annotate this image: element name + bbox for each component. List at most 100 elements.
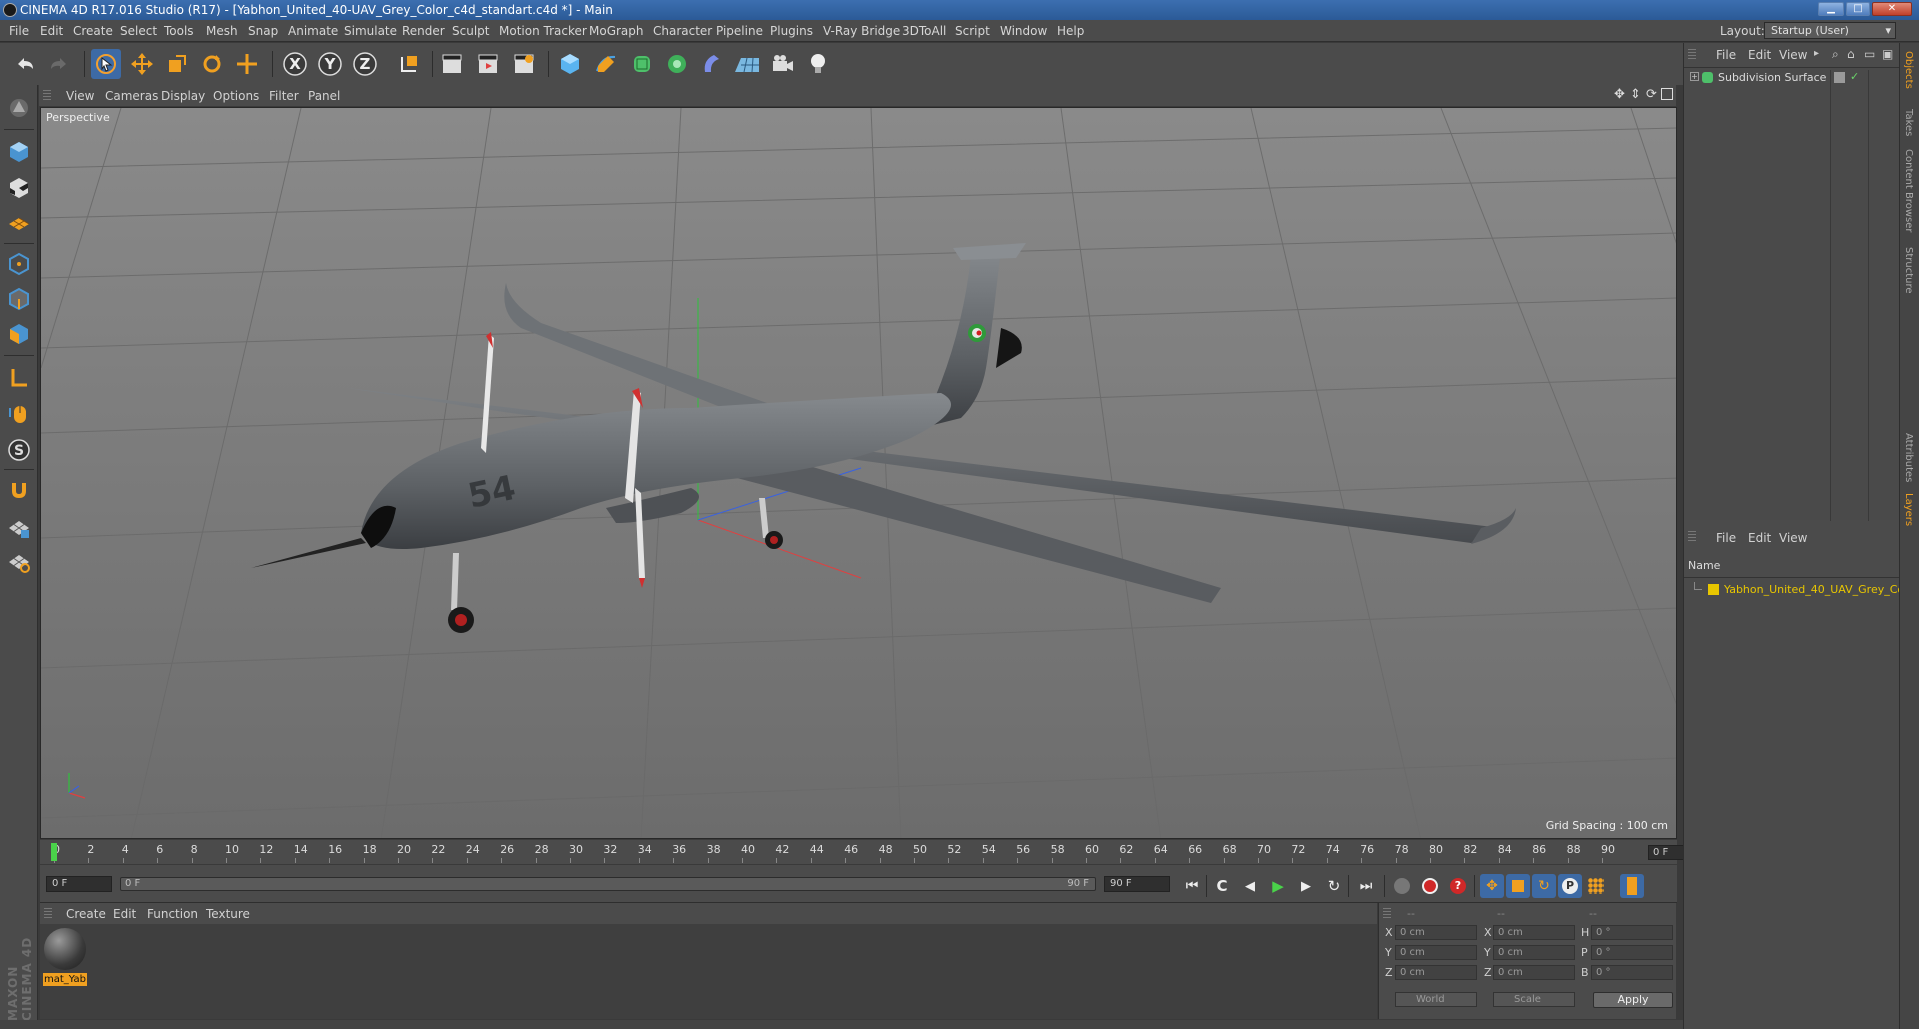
- layout-select[interactable]: Startup (User) ▾: [1764, 22, 1896, 39]
- rotation-p-field[interactable]: 0 °: [1591, 945, 1673, 960]
- menu-more-icon[interactable]: ▸: [1814, 48, 1819, 59]
- tab-structure[interactable]: Structure: [1903, 247, 1914, 294]
- enable-axis-button[interactable]: [5, 513, 33, 543]
- enabled-check-icon[interactable]: ✓: [1850, 70, 1859, 83]
- menu-render[interactable]: Render: [402, 24, 445, 38]
- coordinate-mode-select[interactable]: World: [1395, 992, 1477, 1007]
- workplane-lock-button[interactable]: [5, 547, 33, 577]
- position-x-field[interactable]: 0 cm: [1395, 925, 1477, 940]
- size-mode-select[interactable]: Scale: [1493, 992, 1575, 1007]
- menu-script[interactable]: Script: [955, 24, 990, 38]
- layer-row[interactable]: Yabhon_United_40_UAV_Grey_Col: [1684, 582, 1900, 598]
- axis-mode-button[interactable]: [5, 363, 33, 393]
- close-button[interactable]: ✕: [1872, 2, 1912, 16]
- menu-character[interactable]: Character: [653, 24, 712, 38]
- maximize-button[interactable]: □: [1846, 2, 1870, 16]
- redo-button[interactable]: [44, 49, 74, 79]
- floor-button[interactable]: [732, 49, 762, 79]
- menu-vray-bridge[interactable]: V-Ray Bridge: [823, 24, 900, 38]
- rotation-b-field[interactable]: 0 °: [1591, 965, 1673, 980]
- points-mode-button[interactable]: [5, 249, 33, 279]
- menu-tools[interactable]: Tools: [164, 24, 194, 38]
- z-axis-lock-button[interactable]: Z: [350, 49, 380, 79]
- y-axis-lock-button[interactable]: Y: [315, 49, 345, 79]
- snap-button[interactable]: [5, 475, 33, 505]
- material-menu-texture[interactable]: Texture: [206, 907, 250, 921]
- perspective-viewport[interactable]: 54 Perspective Grid Spacing : 100 cm: [40, 107, 1677, 839]
- menu-motion-tracker[interactable]: Motion Tracker: [499, 24, 587, 38]
- goto-start-button[interactable]: ⏮: [1180, 874, 1204, 898]
- tab-takes[interactable]: Takes: [1903, 109, 1914, 136]
- menu-file[interactable]: File: [9, 24, 29, 38]
- layer-menu-view[interactable]: View: [1779, 531, 1807, 545]
- minimize-button[interactable]: ▁: [1818, 2, 1844, 16]
- render-settings-button[interactable]: [509, 49, 539, 79]
- viewport-zoom-icon[interactable]: ⇕: [1630, 87, 1641, 102]
- viewport-menu-display[interactable]: Display: [161, 89, 205, 103]
- scale-tool-button[interactable]: [162, 49, 192, 79]
- menu-select[interactable]: Select: [120, 24, 157, 38]
- menu-3dtoall[interactable]: 3DToAll: [902, 24, 946, 38]
- viewport-menu-cameras[interactable]: Cameras: [105, 89, 158, 103]
- menu-window[interactable]: Window: [1000, 24, 1047, 38]
- object-menu-file[interactable]: File: [1716, 48, 1736, 62]
- coordinate-system-button[interactable]: [394, 49, 424, 79]
- tab-layers[interactable]: Layers: [1903, 493, 1914, 526]
- viewport-maximize-icon[interactable]: [1661, 88, 1673, 100]
- pen-spline-button[interactable]: [591, 49, 621, 79]
- material-swatch[interactable]: mat_Yab: [43, 927, 87, 986]
- cloner-button[interactable]: [662, 49, 692, 79]
- model-mode-button[interactable]: [5, 137, 33, 167]
- last-tool-button[interactable]: [232, 49, 262, 79]
- layer-menu-edit[interactable]: Edit: [1748, 531, 1771, 545]
- material-menu-edit[interactable]: Edit: [113, 907, 136, 921]
- rotate-tool-button[interactable]: [197, 49, 227, 79]
- subdivision-surface-button[interactable]: [627, 49, 657, 79]
- solo-button[interactable]: S: [5, 435, 33, 465]
- object-row[interactable]: + Subdivision Surface ✓: [1684, 70, 1900, 523]
- key-parameter-button[interactable]: P: [1558, 874, 1582, 898]
- rotation-h-field[interactable]: 0 °: [1591, 925, 1673, 940]
- play-button[interactable]: ▶: [1266, 874, 1290, 898]
- size-z-field[interactable]: 0 cm: [1493, 965, 1575, 980]
- next-keyframe-button[interactable]: ↻: [1322, 874, 1346, 898]
- viewport-rotate-icon[interactable]: ⟳: [1646, 87, 1657, 102]
- key-rotation-button[interactable]: ↻: [1532, 874, 1556, 898]
- expand-toggle-icon[interactable]: +: [1690, 72, 1699, 81]
- size-x-field[interactable]: 0 cm: [1493, 925, 1575, 940]
- home-icon[interactable]: ⌂: [1847, 47, 1855, 61]
- key-scale-button[interactable]: [1506, 874, 1530, 898]
- render-picture-viewer-button[interactable]: [473, 49, 503, 79]
- tab-attributes[interactable]: Attributes: [1903, 433, 1914, 482]
- light-button[interactable]: [803, 49, 833, 79]
- menu-create[interactable]: Create: [73, 24, 113, 38]
- undo-button[interactable]: [10, 49, 40, 79]
- minimize-panel-icon[interactable]: ▭: [1864, 47, 1875, 61]
- preview-range-slider[interactable]: 0 F 90 F: [120, 877, 1096, 891]
- menu-animate[interactable]: Animate: [288, 24, 338, 38]
- next-frame-button[interactable]: ▶: [1294, 874, 1318, 898]
- autokeying-button[interactable]: ?: [1446, 874, 1470, 898]
- menu-edit[interactable]: Edit: [40, 24, 63, 38]
- apply-button[interactable]: Apply: [1593, 992, 1673, 1008]
- select-tool-button[interactable]: [91, 49, 121, 79]
- menu-mesh[interactable]: Mesh: [206, 24, 238, 38]
- menu-plugins[interactable]: Plugins: [770, 24, 813, 38]
- viewport-menu-view[interactable]: View: [66, 89, 94, 103]
- x-axis-lock-button[interactable]: X: [280, 49, 310, 79]
- camera-button[interactable]: [768, 49, 798, 79]
- goto-end-button[interactable]: ⏭: [1354, 874, 1378, 898]
- edges-mode-button[interactable]: [5, 284, 33, 314]
- layer-menu-file[interactable]: File: [1716, 531, 1736, 545]
- layer-color-icon[interactable]: [1834, 72, 1845, 83]
- record-active-objects-button[interactable]: [1418, 874, 1442, 898]
- tab-objects[interactable]: Objects: [1903, 51, 1914, 89]
- tweak-mode-button[interactable]: [5, 399, 33, 429]
- tab-content-browser[interactable]: Content Browser: [1903, 149, 1914, 232]
- end-frame-field[interactable]: 90 F: [1104, 876, 1170, 892]
- render-view-button[interactable]: [437, 49, 467, 79]
- position-z-field[interactable]: 0 cm: [1395, 965, 1477, 980]
- material-menu-function[interactable]: Function: [147, 907, 198, 921]
- workplane-mode-button[interactable]: [5, 207, 33, 237]
- search-icon[interactable]: ⌕: [1832, 47, 1839, 62]
